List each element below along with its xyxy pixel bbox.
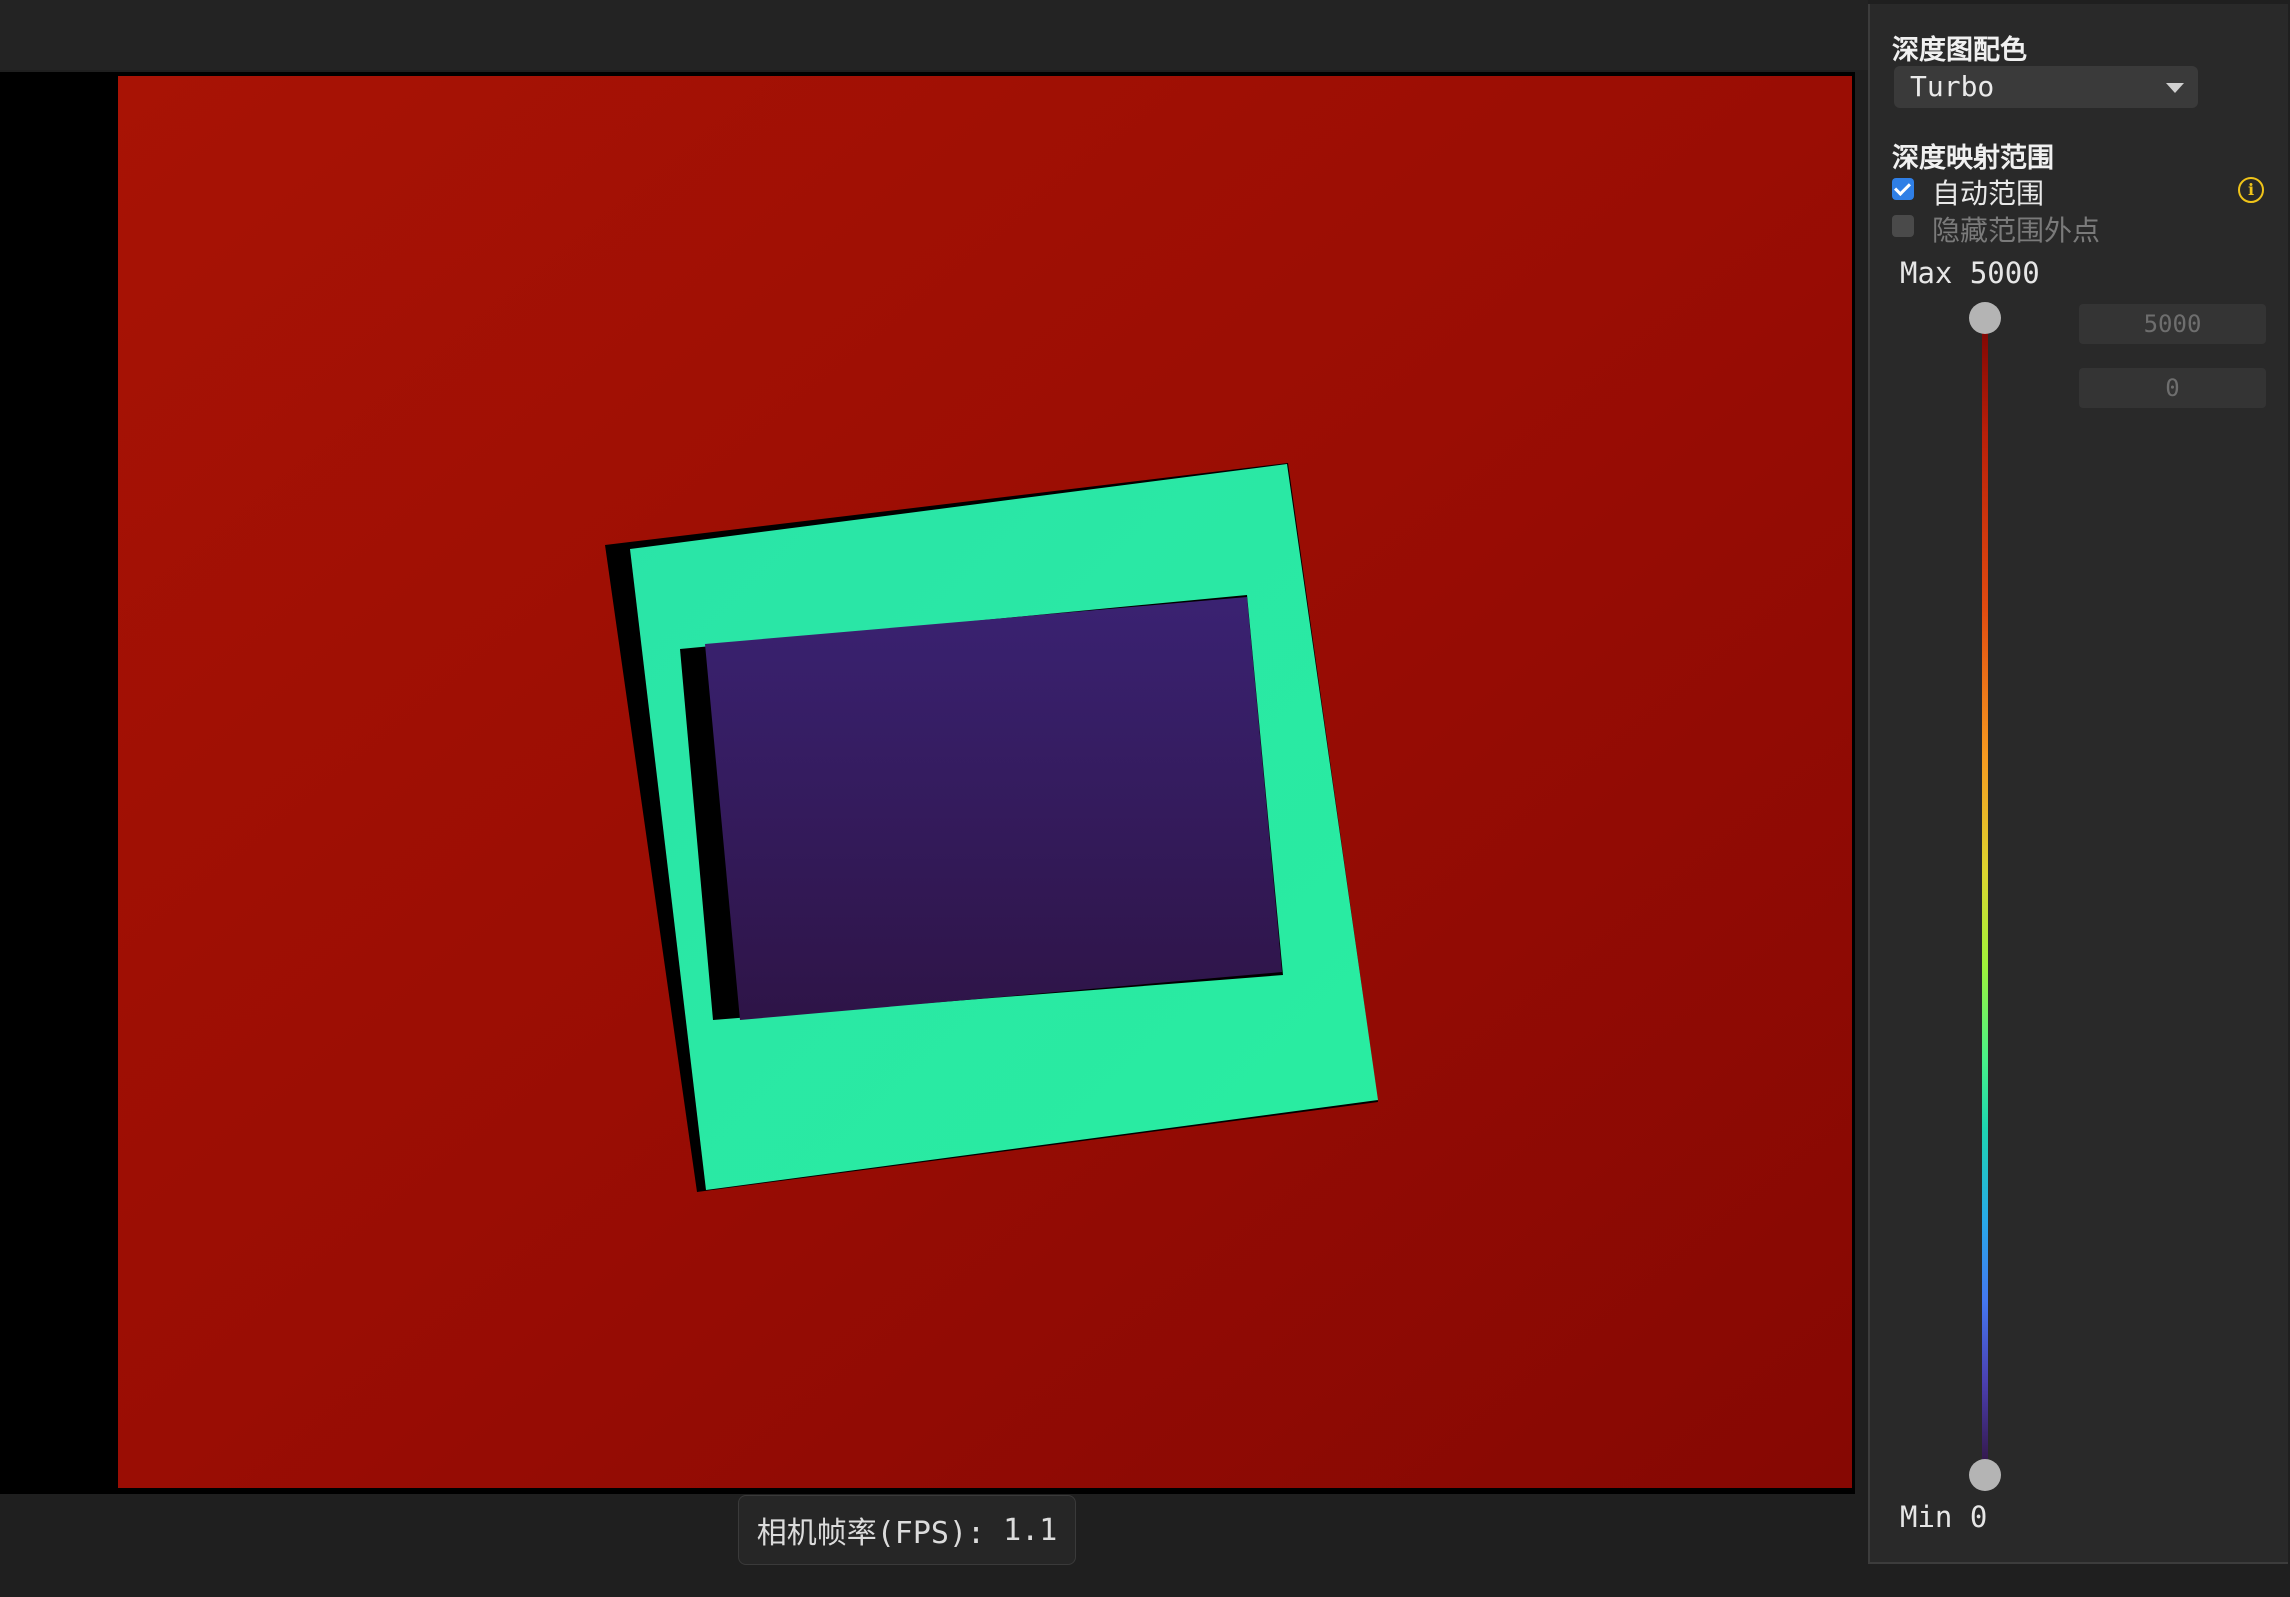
inner-cavity [705, 597, 1282, 1020]
fps-indicator: 相机帧率(FPS): 1.1 [738, 1495, 1076, 1565]
side-panel: 深度图配色 Turbo 深度映射范围 自动范围 i 隐藏范围外点 Max 500… [1868, 4, 2288, 1564]
hide-outside-checkbox[interactable] [1892, 215, 1914, 237]
top-toolbar [0, 0, 1868, 70]
min-slider-handle[interactable] [1969, 1459, 2001, 1491]
depth-viewport[interactable] [0, 72, 1855, 1494]
depth-image [118, 76, 1852, 1488]
fps-label: 相机帧率(FPS): [756, 1516, 986, 1551]
colormap-dropdown[interactable]: Turbo [1894, 66, 2198, 108]
colormap-selected-value: Turbo [1910, 70, 1995, 103]
max-label: Max 5000 [1900, 256, 2040, 290]
min-value-input[interactable]: 0 [2079, 368, 2266, 408]
chevron-down-icon [2166, 83, 2184, 93]
info-icon[interactable]: i [2238, 177, 2264, 203]
range-title: 深度映射范围 [1892, 143, 2054, 174]
auto-range-checkbox[interactable] [1892, 178, 1914, 200]
colormap-title: 深度图配色 [1892, 35, 2027, 66]
auto-range-label: 自动范围 [1932, 177, 2045, 210]
min-label: Min 0 [1900, 1500, 1988, 1534]
max-slider-handle[interactable] [1969, 302, 2001, 334]
max-value-input[interactable]: 5000 [2079, 304, 2266, 344]
hide-outside-label: 隐藏范围外点 [1932, 214, 2101, 247]
fps-value: 1.1 [1003, 1512, 1058, 1548]
range-slider-track[interactable] [1982, 318, 1988, 1475]
